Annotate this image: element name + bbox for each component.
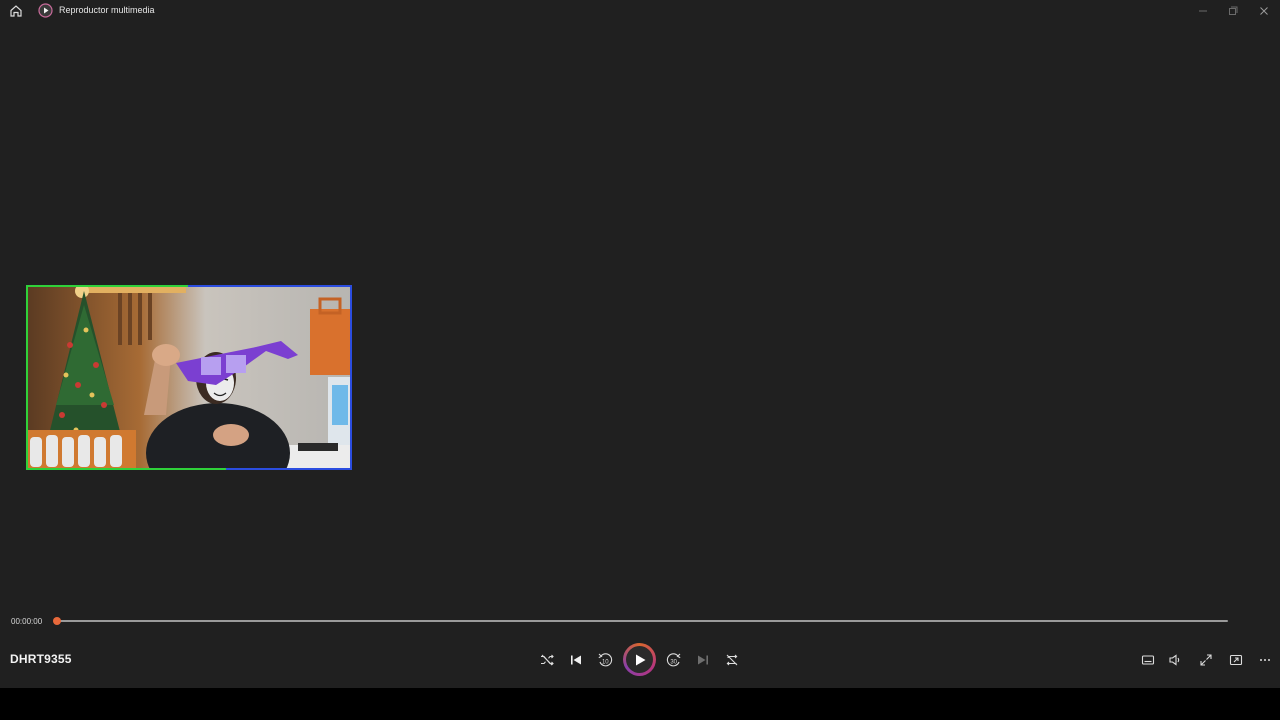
mini-player-icon [1229,654,1243,666]
previous-button[interactable] [564,648,588,672]
current-time: 00:00:00 [11,617,43,626]
media-title: DHRT9355 [10,652,72,666]
maximize-icon [1229,6,1238,15]
svg-text:30: 30 [670,660,677,666]
forward-30-icon: 30 [666,653,681,667]
seek-bar[interactable] [57,620,1228,622]
volume-icon [1169,654,1180,666]
close-icon [1260,7,1268,15]
more-options-button[interactable] [1253,648,1277,672]
video-frame[interactable] [26,285,352,470]
fullscreen-button[interactable] [1194,648,1218,672]
minimize-icon [1199,10,1207,12]
rewind-10-button[interactable]: 10 [593,648,617,672]
media-player-app-icon [38,3,53,18]
window-title: Reproductor multimedia [59,5,155,15]
previous-icon [571,655,581,665]
next-button[interactable] [691,648,715,672]
play-button[interactable] [623,643,656,676]
forward-30-button[interactable]: 30 [662,648,686,672]
bottom-strip [0,688,1280,720]
subtitles-button[interactable] [1136,648,1160,672]
home-icon[interactable] [8,3,24,19]
repeat-off-icon [726,654,738,666]
more-icon [1260,659,1270,661]
close-button[interactable] [1249,0,1279,22]
repeat-button[interactable] [720,648,744,672]
rewind-10-icon: 10 [598,653,613,667]
video-thumbnail-image [26,285,352,470]
fullscreen-icon [1200,654,1212,666]
volume-button[interactable] [1163,648,1187,672]
mini-player-button[interactable] [1224,648,1248,672]
shuffle-button[interactable] [535,648,559,672]
title-bar: Reproductor multimedia [0,0,1280,22]
shuffle-icon [541,654,554,666]
subtitles-icon [1141,655,1155,665]
svg-text:10: 10 [602,660,609,666]
maximize-button[interactable] [1218,0,1248,22]
play-icon [635,654,645,665]
minimize-button[interactable] [1188,0,1218,22]
next-icon [698,655,708,665]
seek-thumb[interactable] [53,617,61,625]
